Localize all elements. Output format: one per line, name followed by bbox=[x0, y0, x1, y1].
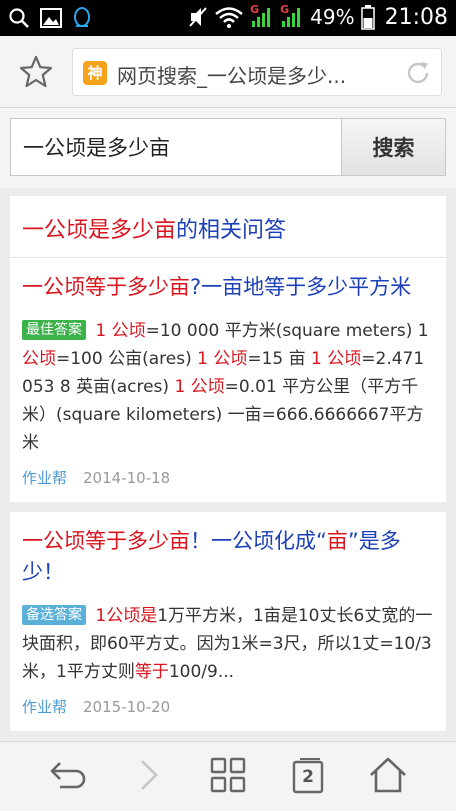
snippet-seg: 公顷 bbox=[22, 349, 56, 369]
site-logo: 神 bbox=[83, 61, 107, 85]
address-bar[interactable]: 神 网页搜索_一公顷是多少... bbox=[72, 48, 442, 96]
result-title-highlight: 一公顷等于多少亩 bbox=[22, 275, 190, 299]
status-bar-notifications bbox=[8, 6, 92, 30]
section-heading-suffix: 的相关问答 bbox=[176, 218, 287, 243]
result-title-text: ！一公顷化成“ bbox=[190, 529, 327, 553]
snippet-seg: 是 bbox=[140, 606, 158, 626]
signal-g-label: G bbox=[280, 3, 290, 16]
tabs-button[interactable]: 2 bbox=[284, 756, 332, 798]
snippet-seg: =10 000 平方米(square meters) 1 bbox=[145, 321, 429, 341]
page-title: 网页搜索_一公顷是多少... bbox=[117, 64, 347, 88]
result-source[interactable]: 作业帮 bbox=[22, 698, 67, 716]
snippet-seg: 1公顷 bbox=[90, 606, 141, 626]
snippet-seg: 1 公顷 bbox=[174, 377, 225, 397]
search-button[interactable]: 搜索 bbox=[341, 118, 446, 176]
results-panel: 一公顷是多少亩的相关问答 一公顷等于多少亩?一亩地等于多少平方米 最佳答案 1 … bbox=[10, 196, 446, 741]
home-icon bbox=[368, 756, 408, 798]
section-heading: 一公顷是多少亩的相关问答 bbox=[10, 196, 446, 258]
result-title-highlight: 一公顷等于多少亩 bbox=[22, 529, 190, 553]
bottom-navigation: 2 bbox=[0, 741, 456, 811]
image-icon bbox=[40, 8, 62, 28]
qq-icon bbox=[72, 6, 92, 30]
signal-g-label: G bbox=[250, 3, 260, 16]
browser-toolbar: 神 网页搜索_一公顷是多少... bbox=[0, 36, 456, 108]
back-arrow-icon bbox=[48, 757, 88, 797]
mute-icon bbox=[188, 6, 208, 28]
status-bar-system: G G 49% 21:08 bbox=[188, 3, 448, 30]
result-date: 2014-10-18 bbox=[83, 469, 171, 487]
result-meta: 作业帮 2015-10-20 bbox=[22, 696, 434, 717]
snippet-seg: 100/9... bbox=[168, 662, 235, 682]
bookmark-star-icon[interactable] bbox=[18, 54, 54, 94]
result-snippet: 备选答案 1公顷是1万平方米，1亩是10丈长6丈宽的一块面积，即60平方丈。因为… bbox=[22, 602, 434, 686]
section-heading-query: 一公顷是多少亩 bbox=[22, 218, 177, 243]
signal-icon: G bbox=[250, 3, 274, 29]
snippet-seg: 1 公顷 bbox=[197, 349, 248, 369]
best-answer-badge: 最佳答案 bbox=[22, 320, 86, 340]
menu-button[interactable] bbox=[204, 756, 252, 798]
home-button[interactable] bbox=[364, 756, 412, 798]
clock: 21:08 bbox=[384, 4, 448, 30]
snippet-seg: 1 公顷 bbox=[311, 349, 362, 369]
result-card[interactable]: 一公顷等于多少亩?一亩地等于多少平方米 最佳答案 1 公顷=10 000 平方米… bbox=[10, 258, 446, 512]
result-source[interactable]: 作业帮 bbox=[22, 469, 67, 487]
search-input[interactable]: 一公顷是多少亩 bbox=[10, 118, 342, 176]
snippet-seg: =15 亩 bbox=[247, 349, 312, 369]
result-card[interactable]: 一公顷等于多少亩！一公顷化成“亩”是多少！ 备选答案 1公顷是1万平方米，1亩是… bbox=[10, 512, 446, 741]
tabs-icon: 2 bbox=[290, 757, 326, 797]
snippet-seg: 1 公顷 bbox=[90, 321, 146, 341]
back-button[interactable] bbox=[44, 756, 92, 798]
grid-icon bbox=[209, 756, 247, 798]
alternative-answer-badge: 备选答案 bbox=[22, 605, 86, 625]
snippet-seg: =100 公亩(ares) bbox=[56, 349, 198, 369]
result-title-highlight: 亩 bbox=[326, 529, 348, 553]
result-snippet: 最佳答案 1 公顷=10 000 平方米(square meters) 1 公顷… bbox=[22, 317, 434, 457]
result-title[interactable]: 一公顷等于多少亩！一公顷化成“亩”是多少！ bbox=[22, 526, 434, 588]
status-bar: G G 49% 21:08 bbox=[0, 0, 456, 36]
battery-icon bbox=[360, 4, 375, 30]
snippet-seg: 等于 bbox=[134, 662, 169, 682]
signal-icon: G bbox=[280, 3, 304, 29]
tab-count: 2 bbox=[302, 767, 314, 787]
wifi-icon bbox=[214, 6, 244, 28]
battery-percent: 49% bbox=[310, 5, 355, 29]
result-meta: 作业帮 2014-10-18 bbox=[22, 467, 434, 488]
reload-icon[interactable] bbox=[405, 60, 431, 90]
chevron-right-icon bbox=[134, 757, 162, 797]
result-title[interactable]: 一公顷等于多少亩?一亩地等于多少平方米 bbox=[22, 272, 434, 303]
result-date: 2015-10-20 bbox=[83, 698, 171, 716]
result-title-text: ?一亩地等于多少平方米 bbox=[190, 275, 412, 299]
search-icon bbox=[8, 7, 30, 29]
forward-button[interactable] bbox=[124, 756, 172, 798]
search-area: 一公顷是多少亩 搜索 bbox=[0, 108, 456, 188]
